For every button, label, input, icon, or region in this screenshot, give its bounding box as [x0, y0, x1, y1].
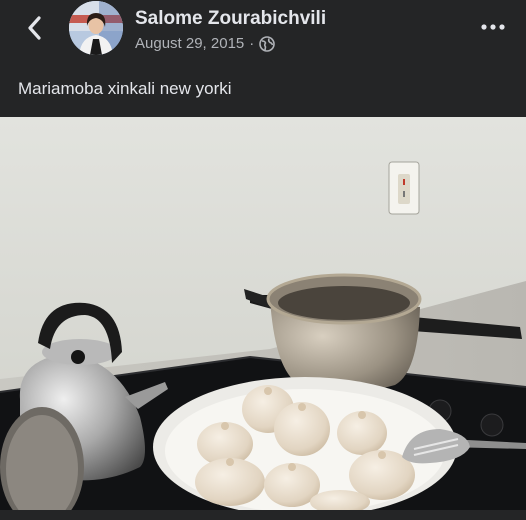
post-date[interactable]: August 29, 2015	[135, 35, 244, 52]
post-photo[interactable]	[0, 117, 526, 510]
bottom-strip	[0, 510, 526, 520]
post-header: Salome Zourabichvili August 29, 2015 ·	[0, 0, 526, 58]
author-name[interactable]: Salome Zourabichvili	[135, 8, 326, 30]
more-options-button[interactable]	[478, 16, 508, 38]
meta-separator: ·	[249, 35, 255, 52]
back-button[interactable]	[20, 12, 48, 44]
avatar[interactable]	[69, 1, 123, 55]
chevron-left-icon	[28, 16, 41, 40]
more-horizontal-icon	[481, 24, 505, 30]
post-meta: August 29, 2015 ·	[135, 35, 276, 52]
globe-icon	[259, 35, 276, 52]
post-caption: Mariamoba xinkali new yorki	[18, 79, 232, 98]
